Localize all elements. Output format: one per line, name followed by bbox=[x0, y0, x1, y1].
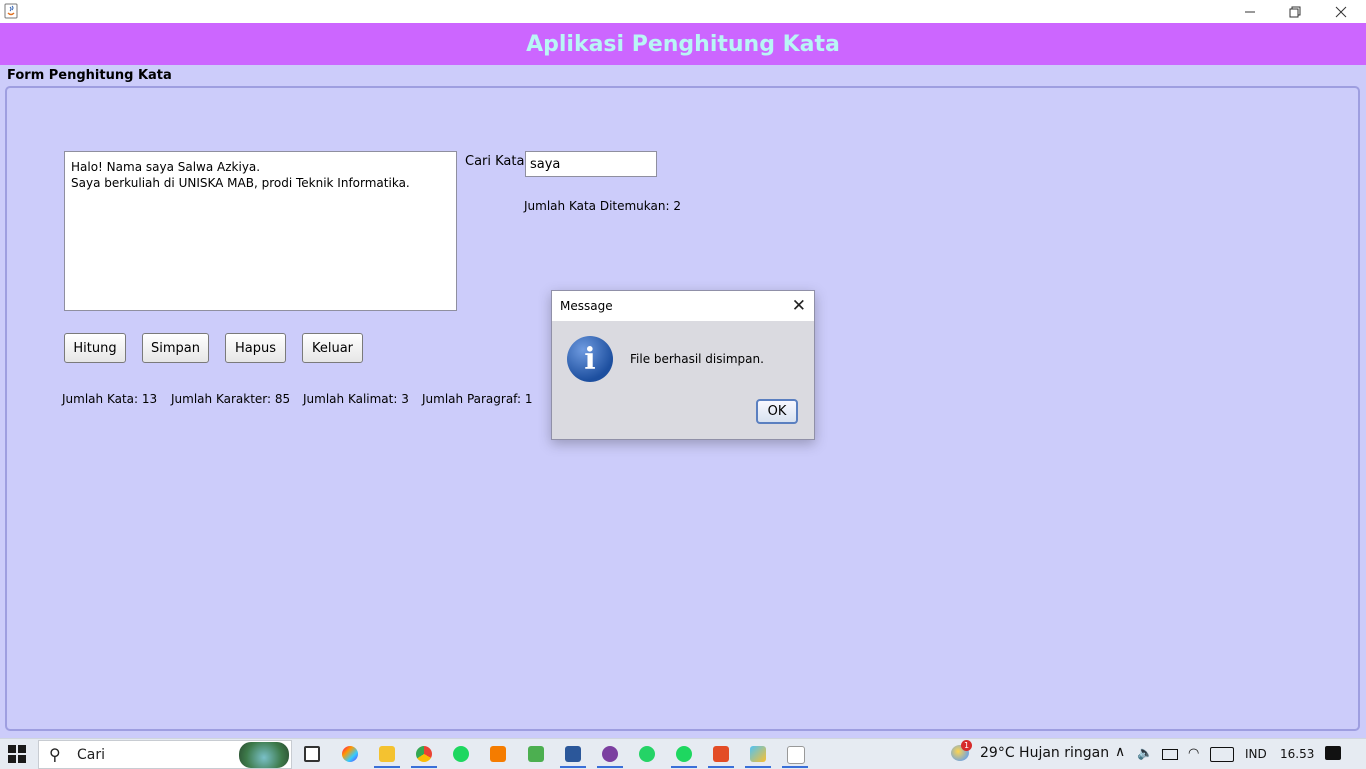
char-count-label: Jumlah Karakter: 85 bbox=[171, 392, 291, 406]
dialog-title: Message bbox=[560, 299, 613, 313]
netbeans-icon[interactable] bbox=[750, 746, 766, 762]
dialog-message: File berhasil disimpan. bbox=[630, 352, 764, 366]
word-icon[interactable] bbox=[565, 746, 581, 762]
info-icon: i bbox=[567, 336, 613, 382]
office-icon[interactable] bbox=[713, 746, 729, 762]
battery-icon[interactable] bbox=[1162, 749, 1178, 760]
java-taskbar-icon[interactable] bbox=[787, 746, 805, 764]
speaker-icon[interactable]: 🔈 bbox=[1137, 746, 1153, 761]
xampp-icon[interactable] bbox=[490, 746, 506, 762]
restore-icon bbox=[1289, 6, 1301, 17]
wifi-icon[interactable]: ◠ bbox=[1188, 746, 1199, 761]
task-view-icon[interactable] bbox=[304, 746, 320, 762]
message-dialog: Message ✕ i File berhasil disimpan. OK bbox=[551, 290, 815, 440]
copilot-icon[interactable] bbox=[342, 746, 358, 762]
search-icon: ⚲ bbox=[49, 745, 61, 764]
weather-badge: 1 bbox=[961, 740, 972, 751]
whatsapp-icon[interactable] bbox=[639, 746, 655, 762]
hitung-button[interactable]: Hitung bbox=[64, 333, 126, 363]
keluar-button[interactable]: Keluar bbox=[302, 333, 363, 363]
minimize-button[interactable] bbox=[1227, 0, 1273, 23]
github-desktop-icon[interactable] bbox=[602, 746, 618, 762]
spotify-icon[interactable] bbox=[453, 746, 469, 762]
app-title: Aplikasi Penghitung Kata bbox=[526, 31, 840, 57]
notification-icon[interactable] bbox=[1325, 746, 1341, 760]
java-app-icon bbox=[4, 3, 18, 19]
dialog-titlebar: Message ✕ bbox=[552, 291, 814, 321]
clock[interactable]: 16.53 bbox=[1280, 747, 1314, 761]
search-label: Cari Kata bbox=[465, 154, 525, 169]
chrome-icon[interactable] bbox=[416, 746, 432, 762]
hapus-button[interactable]: Hapus bbox=[225, 333, 286, 363]
text-input-area[interactable]: Halo! Nama saya Salwa Azkiya. Saya berku… bbox=[64, 151, 457, 311]
taskbar: ⚲ Cari 1 29°C Hujan ringan ∧ 🔈 ◠ IND 16.… bbox=[0, 738, 1366, 769]
language-indicator[interactable]: IND bbox=[1245, 747, 1267, 761]
minimize-icon bbox=[1245, 11, 1255, 12]
file-explorer-icon[interactable] bbox=[379, 746, 395, 762]
close-button[interactable] bbox=[1318, 0, 1364, 23]
spotify-icon-2[interactable] bbox=[676, 746, 692, 762]
paragraph-count-label: Jumlah Paragraf: 1 bbox=[422, 392, 533, 406]
app-header: Aplikasi Penghitung Kata bbox=[0, 23, 1366, 65]
taskbar-search[interactable]: ⚲ Cari bbox=[38, 740, 292, 769]
close-icon bbox=[1335, 6, 1347, 17]
window-titlebar bbox=[0, 0, 1366, 23]
search-word-input[interactable]: saya bbox=[525, 151, 657, 177]
camtasia-icon[interactable] bbox=[528, 746, 544, 762]
search-highlight-image bbox=[239, 742, 289, 768]
chevron-up-icon[interactable]: ∧ bbox=[1115, 744, 1125, 760]
form-section-label: Form Penghitung Kata bbox=[7, 68, 172, 83]
simpan-button[interactable]: Simpan bbox=[142, 333, 209, 363]
dialog-close-icon[interactable]: ✕ bbox=[792, 296, 806, 316]
word-count-label: Jumlah Kata: 13 bbox=[62, 392, 158, 406]
sentence-count-label: Jumlah Kalimat: 3 bbox=[303, 392, 409, 406]
restore-button[interactable] bbox=[1272, 0, 1318, 23]
windows-start-icon[interactable] bbox=[8, 745, 26, 763]
ok-button[interactable]: OK bbox=[756, 399, 798, 424]
weather-text[interactable]: 29°C Hujan ringan bbox=[980, 745, 1109, 761]
found-count-label: Jumlah Kata Ditemukan: 2 bbox=[524, 199, 681, 213]
taskbar-search-text: Cari bbox=[77, 747, 105, 763]
keyboard-icon[interactable] bbox=[1210, 747, 1234, 762]
